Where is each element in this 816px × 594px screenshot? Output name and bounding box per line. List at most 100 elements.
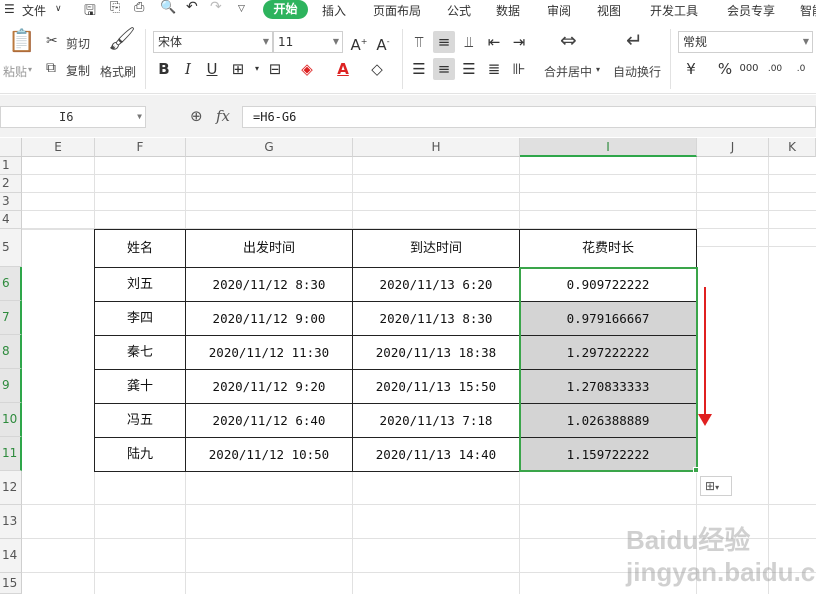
- copy-button[interactable]: 复制: [66, 62, 90, 79]
- cut-button[interactable]: 剪切: [66, 35, 90, 52]
- table-cell-departure[interactable]: 2020/11/12 9:20: [186, 370, 353, 404]
- customize-dropdown-icon[interactable]: ▽: [238, 4, 245, 14]
- print-preview-icon[interactable]: 🔍: [160, 0, 176, 15]
- formula-input[interactable]: =H6-G6: [242, 106, 816, 128]
- row-header-10[interactable]: 10: [0, 403, 22, 437]
- align-left-icon[interactable]: ☰: [408, 58, 430, 80]
- paste-options-button[interactable]: ⊞▾: [700, 476, 732, 496]
- header-departure[interactable]: 出发时间: [186, 230, 353, 268]
- increase-font-icon[interactable]: A+: [348, 31, 370, 54]
- chevron-down-icon[interactable]: ▼: [137, 107, 142, 127]
- column-header-e[interactable]: E: [22, 138, 95, 157]
- table-cell-arrival[interactable]: 2020/11/13 6:20: [353, 268, 520, 302]
- row-header-4[interactable]: 4: [0, 211, 22, 229]
- table-cell-name[interactable]: 秦七: [95, 336, 186, 370]
- undo-icon[interactable]: ↶: [186, 0, 198, 15]
- redo-icon[interactable]: ↷: [210, 0, 222, 15]
- row-header-8[interactable]: 8: [0, 335, 22, 369]
- row-header-13[interactable]: 13: [0, 505, 22, 539]
- row-header-2[interactable]: 2: [0, 175, 22, 193]
- column-header-h[interactable]: H: [353, 138, 520, 157]
- format-painter-icon[interactable]: 🖌: [108, 27, 136, 52]
- font-name-select[interactable]: 宋体 ▼: [153, 31, 273, 53]
- scissors-icon[interactable]: ✂: [46, 33, 58, 49]
- row-header-3[interactable]: 3: [0, 193, 22, 211]
- zoom-icon[interactable]: ⊕: [190, 107, 203, 125]
- row-header-7[interactable]: 7: [0, 301, 22, 335]
- justify-icon[interactable]: ≣: [483, 58, 505, 80]
- chevron-down-icon[interactable]: ▾: [596, 65, 600, 74]
- table-cell-name[interactable]: 冯五: [95, 404, 186, 438]
- fill-handle[interactable]: [693, 467, 699, 473]
- tab-smart[interactable]: 智能: [800, 2, 816, 19]
- table-cell-arrival[interactable]: 2020/11/13 15:50: [353, 370, 520, 404]
- row-header-6[interactable]: 6: [0, 267, 22, 301]
- thousands-icon[interactable]: 000: [738, 58, 760, 80]
- indent-increase-icon[interactable]: ⇥: [508, 31, 530, 53]
- column-header-f[interactable]: F: [95, 138, 186, 157]
- align-middle-icon[interactable]: ≡: [433, 31, 455, 53]
- distributed-icon[interactable]: ⊪: [508, 58, 530, 80]
- header-name[interactable]: 姓名: [95, 230, 186, 268]
- name-box[interactable]: I6 ▼: [0, 106, 146, 128]
- merge-center-icon[interactable]: ⇔: [560, 28, 577, 52]
- export-icon[interactable]: ⎘: [110, 0, 120, 15]
- table-cell-arrival[interactable]: 2020/11/13 8:30: [353, 302, 520, 336]
- decrease-decimal-icon[interactable]: .0: [790, 58, 812, 80]
- align-right-icon[interactable]: ☰: [458, 58, 480, 80]
- italic-icon[interactable]: I: [177, 58, 199, 80]
- fx-icon[interactable]: fx: [216, 107, 230, 125]
- select-all-corner[interactable]: [0, 138, 22, 157]
- table-cell-name[interactable]: 龚十: [95, 370, 186, 404]
- increase-decimal-icon[interactable]: .00: [764, 58, 786, 80]
- font-size-select[interactable]: 11 ▼: [273, 31, 343, 53]
- row-header-12[interactable]: 12: [0, 471, 22, 505]
- chevron-down-icon[interactable]: ∨: [55, 4, 62, 14]
- fill-color-icon[interactable]: ◈: [296, 58, 318, 80]
- row-header-11[interactable]: 11: [0, 437, 22, 471]
- tab-view[interactable]: 视图: [597, 2, 621, 19]
- tab-formulas[interactable]: 公式: [447, 2, 471, 19]
- row-header-9[interactable]: 9: [0, 369, 22, 403]
- currency-icon[interactable]: ¥: [680, 58, 702, 80]
- clear-icon[interactable]: ◇: [366, 58, 388, 80]
- copy-icon[interactable]: ⧉: [46, 60, 56, 76]
- percent-icon[interactable]: %: [714, 58, 736, 80]
- bold-icon[interactable]: B: [153, 58, 175, 80]
- align-top-icon[interactable]: ⫪: [408, 31, 430, 53]
- print-icon[interactable]: ⎙: [134, 0, 144, 15]
- row-header-5[interactable]: 5: [0, 229, 22, 267]
- paste-dropdown-icon[interactable]: ▾: [28, 65, 32, 74]
- row-header-14[interactable]: 14: [0, 539, 22, 573]
- column-header-k[interactable]: K: [769, 138, 816, 157]
- underline-icon[interactable]: U: [201, 58, 223, 80]
- row-header-15[interactable]: 15: [0, 573, 22, 594]
- table-cell-departure[interactable]: 2020/11/12 11:30: [186, 336, 353, 370]
- number-format-select[interactable]: 常规 ▼: [678, 31, 813, 53]
- table-cell-name[interactable]: 刘五: [95, 268, 186, 302]
- font-color-icon[interactable]: A: [332, 58, 354, 80]
- align-bottom-icon[interactable]: ⫫: [458, 31, 480, 53]
- file-menu[interactable]: 文件: [22, 2, 46, 19]
- table-cell-arrival[interactable]: 2020/11/13 7:18: [353, 404, 520, 438]
- merge-center-button[interactable]: 合并居中: [544, 63, 592, 80]
- tab-developer[interactable]: 开发工具: [650, 2, 698, 19]
- wrap-text-button[interactable]: 自动换行: [613, 63, 661, 80]
- table-cell-arrival[interactable]: 2020/11/13 18:38: [353, 336, 520, 370]
- menu-icon[interactable]: ☰: [4, 2, 15, 16]
- row-header-1[interactable]: 1: [0, 157, 22, 175]
- decrease-font-icon[interactable]: A-: [372, 31, 394, 54]
- paste-button[interactable]: 粘贴: [3, 63, 27, 80]
- header-duration[interactable]: 花费时长: [520, 230, 697, 268]
- tab-review[interactable]: 审阅: [547, 2, 571, 19]
- table-cell-departure[interactable]: 2020/11/12 9:00: [186, 302, 353, 336]
- table-cell-departure[interactable]: 2020/11/12 8:30: [186, 268, 353, 302]
- format-painter-button[interactable]: 格式刷: [100, 63, 136, 80]
- column-header-j[interactable]: J: [697, 138, 769, 157]
- table-cell-name[interactable]: 李四: [95, 302, 186, 336]
- indent-decrease-icon[interactable]: ⇤: [483, 31, 505, 53]
- table-cell-departure[interactable]: 2020/11/12 10:50: [186, 438, 353, 472]
- wrap-text-icon[interactable]: ↵: [626, 28, 643, 52]
- paste-icon[interactable]: 📋: [8, 29, 35, 54]
- tab-member[interactable]: 会员专享: [727, 2, 775, 19]
